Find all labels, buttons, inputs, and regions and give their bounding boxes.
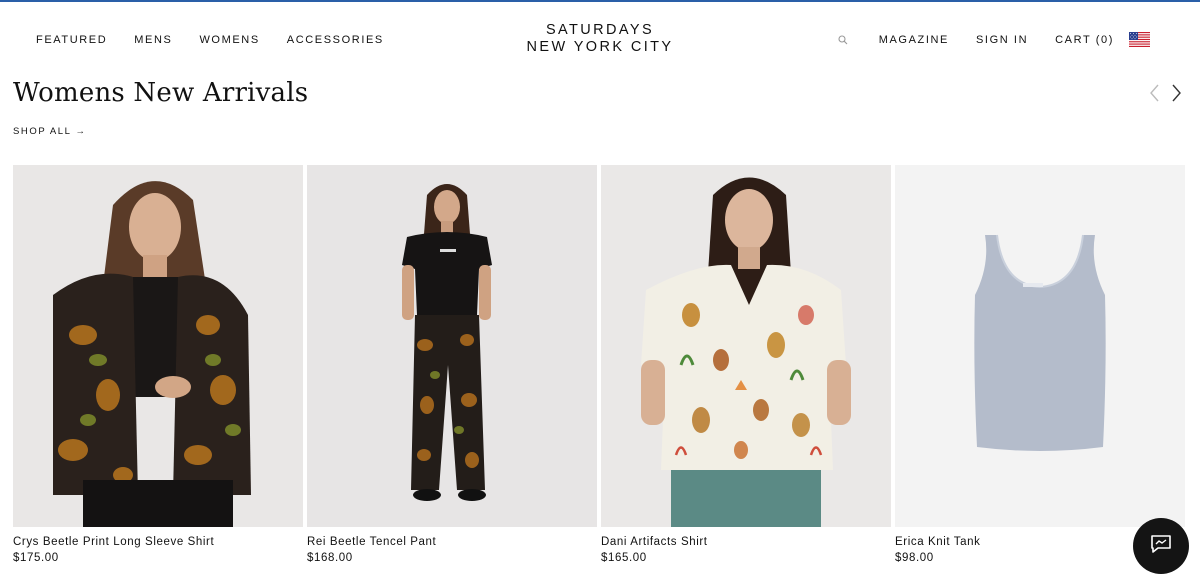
nav-accessories[interactable]: ACCESSORIES xyxy=(287,34,384,46)
nav-magazine[interactable]: MAGAZINE xyxy=(879,34,949,46)
us-flag-icon[interactable] xyxy=(1129,32,1150,47)
product-image[interactable] xyxy=(895,165,1185,527)
product-name[interactable]: Erica Knit Tank xyxy=(895,536,981,548)
utility-nav: MAGAZINE SIGN IN CART (0) xyxy=(838,34,1150,46)
product-image[interactable] xyxy=(13,165,303,527)
chevron-left-icon[interactable] xyxy=(1147,82,1163,104)
brand-logo[interactable]: SATURDAYS NEW YORK CITY xyxy=(500,22,700,56)
search-icon[interactable] xyxy=(838,34,848,46)
product-price: $98.00 xyxy=(895,552,934,564)
product-name[interactable]: Rei Beetle Tencel Pant xyxy=(307,536,436,548)
nav-featured[interactable]: FEATURED xyxy=(36,34,107,46)
shop-all-link[interactable]: SHOP ALL → xyxy=(13,126,87,137)
product-price: $175.00 xyxy=(13,552,59,564)
product-name[interactable]: Dani Artifacts Shirt xyxy=(601,536,708,548)
nav-cart[interactable]: CART (0) xyxy=(1055,34,1114,46)
section-title: Womens New Arrivals xyxy=(13,78,309,108)
primary-nav: FEATURED MENS WOMENS ACCESSORIES xyxy=(36,34,384,46)
product-image[interactable] xyxy=(601,165,891,527)
nav-sign-in[interactable]: SIGN IN xyxy=(976,34,1028,46)
product-price: $165.00 xyxy=(601,552,647,564)
nav-womens[interactable]: WOMENS xyxy=(199,34,259,46)
logo-line-1: SATURDAYS xyxy=(545,22,655,38)
product-image[interactable] xyxy=(307,165,597,527)
chevron-right-icon[interactable] xyxy=(1168,82,1184,104)
chat-button[interactable] xyxy=(1133,518,1189,574)
chat-icon xyxy=(1150,534,1172,559)
top-accent-line xyxy=(0,0,1200,2)
nav-mens[interactable]: MENS xyxy=(134,34,172,46)
logo-line-2: NEW YORK CITY xyxy=(526,39,674,55)
product-name[interactable]: Crys Beetle Print Long Sleeve Shirt xyxy=(13,536,214,548)
product-price: $168.00 xyxy=(307,552,353,564)
